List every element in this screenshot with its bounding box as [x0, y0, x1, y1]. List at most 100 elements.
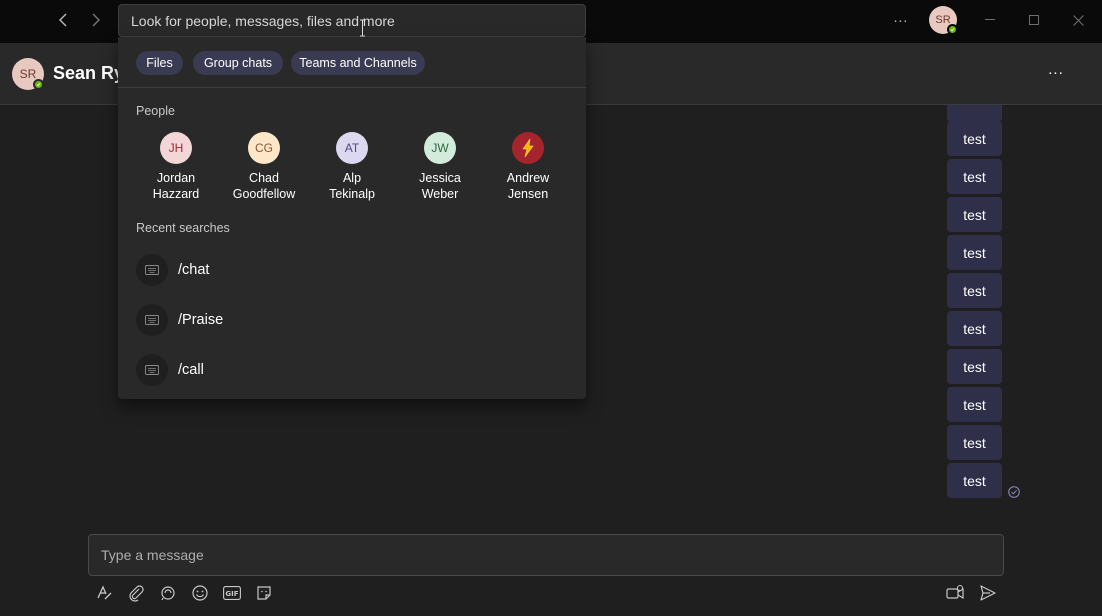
keyboard-icon — [136, 304, 168, 336]
person-last-name: Goodfellow — [232, 187, 296, 201]
recent-search-item[interactable]: /Praise — [136, 304, 566, 338]
message-text: test — [963, 244, 986, 261]
forward-button[interactable] — [85, 9, 107, 31]
chevron-right-icon — [92, 13, 100, 27]
person-suggestion[interactable]: JW Jessica Weber — [400, 132, 480, 206]
attach-button[interactable] — [124, 581, 148, 605]
person-initials: CG — [255, 141, 273, 155]
message-input[interactable] — [89, 535, 1003, 575]
message-text: test — [963, 358, 986, 375]
person-name: Andrew Jensen — [488, 170, 568, 202]
message-text: test — [963, 168, 986, 185]
people-section-title: People — [136, 104, 175, 118]
more-options-button[interactable]: ... — [888, 8, 914, 32]
close-icon — [1072, 14, 1084, 26]
message-bubble[interactable]: test — [947, 349, 1002, 384]
gif-button[interactable]: GIF — [220, 581, 244, 605]
message-bubble-partial[interactable] — [947, 105, 1002, 122]
message-bubble[interactable]: test — [947, 121, 1002, 156]
message-bubble[interactable]: test — [947, 235, 1002, 270]
message-bubble[interactable]: test — [947, 197, 1002, 232]
search-box[interactable] — [118, 4, 586, 37]
chat-avatar[interactable]: SR — [12, 58, 44, 90]
person-name: Chad Goodfellow — [224, 170, 304, 202]
search-input[interactable] — [119, 5, 585, 36]
person-avatar: JW — [424, 132, 456, 164]
person-last-name: Hazzard — [152, 187, 200, 201]
keyboard-icon — [136, 354, 168, 386]
person-suggestion[interactable]: Andrew Jensen — [488, 132, 568, 206]
minimize-button[interactable] — [977, 8, 1003, 32]
person-first-name: Andrew — [506, 171, 550, 185]
back-button[interactable] — [52, 9, 74, 31]
chip-label: Files — [146, 56, 173, 70]
person-suggestion[interactable]: JH Jordan Hazzard — [136, 132, 216, 206]
text-cursor-icon — [360, 19, 365, 37]
format-icon — [97, 585, 112, 600]
paperclip-icon — [129, 585, 144, 602]
chip-teams-and-channels[interactable]: Teams and Channels — [291, 51, 425, 75]
person-last-name: Tekinalp — [329, 187, 375, 201]
message-text: test — [963, 434, 986, 451]
recent-search-text: /chat — [178, 262, 210, 278]
recent-search-text: /call — [178, 362, 204, 378]
gif-icon: GIF — [223, 586, 241, 600]
loop-icon — [161, 586, 175, 601]
person-suggestion[interactable]: AT Alp Tekinalp — [312, 132, 392, 206]
chat-avatar-initials: SR — [19, 67, 37, 81]
message-text: test — [963, 206, 986, 223]
message-text: test — [963, 472, 986, 489]
presence-available-icon — [947, 24, 958, 35]
person-last-name: Jensen — [507, 187, 549, 201]
search-suggestions-panel: Files Group chats Teams and Channels Peo… — [118, 37, 586, 399]
loop-component-button[interactable] — [156, 581, 180, 605]
message-text: test — [963, 396, 986, 413]
recent-search-text: /Praise — [178, 312, 224, 328]
person-first-name: Alp — [342, 171, 362, 185]
person-first-name: Chad — [249, 171, 279, 185]
message-bubble[interactable]: test — [947, 311, 1002, 346]
svg-text:GIF: GIF — [225, 590, 238, 598]
meet-now-icon — [946, 585, 964, 600]
chip-group-chats[interactable]: Group chats — [193, 51, 283, 75]
recent-search-item[interactable]: /chat — [136, 254, 566, 288]
read-receipt-icon — [1008, 485, 1020, 498]
maximize-button[interactable] — [1021, 8, 1047, 32]
emoji-icon — [192, 585, 208, 601]
chip-label: Teams and Channels — [299, 56, 417, 70]
close-button[interactable] — [1065, 8, 1091, 32]
send-button[interactable] — [976, 581, 1000, 605]
message-bubble[interactable]: test — [947, 425, 1002, 460]
keyboard-icon — [136, 254, 168, 286]
chat-title[interactable]: Sean Ry — [53, 63, 124, 84]
header-more-label: ... — [1048, 60, 1064, 78]
sticker-icon — [257, 586, 271, 600]
person-avatar: JH — [160, 132, 192, 164]
schedule-meeting-button[interactable] — [944, 581, 968, 605]
emoji-button[interactable] — [188, 581, 212, 605]
message-bubble[interactable]: test — [947, 273, 1002, 308]
presence-available-icon — [33, 79, 44, 90]
message-bubble[interactable]: test — [947, 463, 1002, 498]
person-name: Jordan Hazzard — [136, 170, 216, 202]
message-bubble[interactable]: test — [947, 387, 1002, 422]
chip-files[interactable]: Files — [136, 51, 183, 75]
header-more-button[interactable]: ... — [1042, 61, 1070, 85]
format-button[interactable] — [92, 581, 116, 605]
recent-search-item[interactable]: /call — [136, 354, 566, 388]
person-avatar: AT — [336, 132, 368, 164]
person-avatar — [512, 132, 544, 164]
message-text: test — [963, 320, 986, 337]
person-initials: JH — [168, 141, 184, 155]
person-suggestion[interactable]: CG Chad Goodfellow — [224, 132, 304, 206]
person-avatar: CG — [248, 132, 280, 164]
person-last-name: Weber — [421, 187, 459, 201]
person-first-name: Jordan — [156, 171, 196, 185]
maximize-icon — [1029, 15, 1039, 25]
user-avatar[interactable]: SR — [929, 6, 958, 35]
search-filter-chips: Files Group chats Teams and Channels — [118, 37, 586, 88]
chip-label: Group chats — [203, 56, 273, 70]
sticker-button[interactable] — [252, 581, 276, 605]
message-bubble[interactable]: test — [947, 159, 1002, 194]
message-compose-box[interactable] — [88, 534, 1004, 576]
